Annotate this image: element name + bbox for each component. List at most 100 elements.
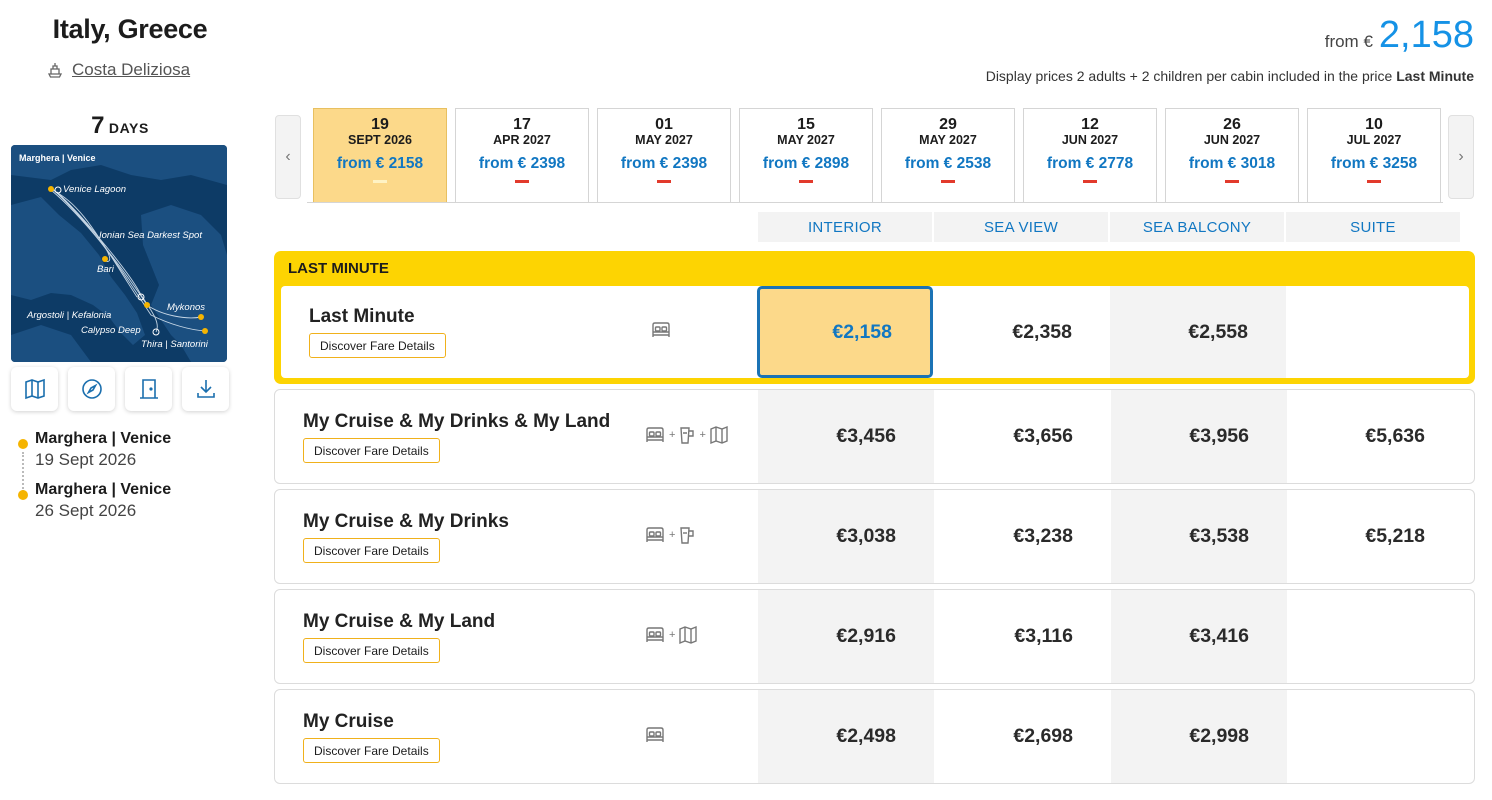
drinks-icon — [680, 527, 695, 544]
dates-prev-button[interactable]: ‹ — [275, 115, 301, 199]
date-option[interactable]: 19 SEPT 2026 from € 2158 — [313, 108, 447, 202]
price-suite[interactable] — [1286, 286, 1462, 378]
download-button[interactable] — [182, 367, 229, 411]
date-indicator — [1225, 180, 1239, 183]
price-suite[interactable]: €5,636 — [1287, 390, 1463, 483]
date-option[interactable]: 10 JUL 2027 from € 3258 — [1307, 108, 1441, 202]
chevron-right-icon: › — [1458, 148, 1464, 165]
date-option[interactable]: 29 MAY 2027 from € 2538 — [881, 108, 1015, 202]
map-icon — [679, 625, 698, 645]
last-minute-tag: LAST MINUTE — [288, 260, 389, 277]
door-button[interactable] — [125, 367, 172, 411]
date-price: from € 3258 — [1330, 155, 1418, 172]
compass-icon — [81, 379, 102, 399]
price-amount: 2,158 — [1378, 14, 1474, 56]
fare-details-button[interactable]: Discover Fare Details — [303, 638, 440, 663]
date-indicator — [373, 180, 387, 183]
map-icon — [24, 378, 45, 400]
dates-divider — [307, 202, 1443, 203]
map-view-button[interactable] — [11, 367, 58, 411]
ship-link[interactable]: Costa Deliziosa — [46, 60, 190, 80]
date-day: 26 — [1223, 116, 1241, 133]
map-actions — [11, 367, 229, 411]
date-day: 15 — [797, 116, 815, 133]
itinerary-date: 19 Sept 2026 — [35, 450, 137, 469]
plus-icon: + — [669, 529, 676, 541]
fare-icons — [644, 725, 666, 745]
fare-details-button[interactable]: Discover Fare Details — [303, 738, 440, 763]
fare-details-button[interactable]: Discover Fare Details — [303, 438, 440, 463]
door-icon — [139, 379, 158, 399]
date-day: 01 — [655, 116, 673, 133]
itinerary-port: Marghera | Venice — [35, 481, 172, 498]
date-option[interactable]: 17 APR 2027 from € 2398 — [455, 108, 589, 202]
fare-details-button[interactable]: Discover Fare Details — [303, 538, 440, 563]
date-price: from € 2898 — [762, 155, 850, 172]
price-suite[interactable] — [1287, 690, 1463, 783]
price-sea-view[interactable]: €3,116 — [935, 590, 1111, 683]
date-indicator — [657, 180, 671, 183]
price-sea-balcony[interactable]: €3,416 — [1111, 590, 1287, 683]
price-sea-view[interactable]: €3,656 — [935, 390, 1111, 483]
map-label: Calypso Deep — [81, 325, 141, 336]
fare-row-cruise-land: My Cruise & My Land Discover Fare Detail… — [274, 589, 1475, 684]
date-price: from € 2158 — [336, 155, 424, 172]
map-label: Bari — [97, 264, 114, 275]
price-sea-view[interactable]: €2,698 — [935, 690, 1111, 783]
date-option[interactable]: 26 JUN 2027 from € 3018 — [1165, 108, 1299, 202]
map-icon — [710, 425, 728, 445]
date-day: 10 — [1365, 116, 1383, 133]
price-suite[interactable] — [1287, 590, 1463, 683]
fare-details-button[interactable]: Discover Fare Details — [309, 333, 446, 358]
fare-icons — [650, 320, 672, 340]
cabin-headers: INTERIOR SEA VIEW SEA BALCONY SUITE — [758, 212, 1460, 242]
dates-next-button[interactable]: › — [1448, 115, 1474, 199]
bed-icon — [652, 322, 670, 337]
price-interior[interactable]: €2,498 — [758, 690, 934, 783]
compass-button[interactable] — [68, 367, 115, 411]
map-label: Thira | Santorini — [141, 339, 208, 350]
itinerary-date: 26 Sept 2026 — [35, 501, 137, 520]
date-price: from € 2778 — [1046, 155, 1134, 172]
ship-name: Costa Deliziosa — [72, 60, 191, 79]
destination-title: Italy, Greece — [52, 14, 208, 44]
date-day: 19 — [371, 116, 389, 133]
price-note-text: Display prices 2 adults + 2 children per… — [985, 68, 1393, 84]
date-month: MAY 2027 — [777, 133, 835, 147]
itinerary-port: Marghera | Venice — [35, 430, 172, 447]
price-sea-balcony[interactable]: €3,538 — [1111, 490, 1287, 583]
price-sea-balcony[interactable]: €2,558 — [1110, 286, 1286, 378]
duration-number: 7 — [91, 112, 105, 139]
date-option[interactable]: 01 MAY 2027 from € 2398 — [597, 108, 731, 202]
bed-icon — [646, 527, 664, 542]
price-sea-balcony[interactable]: €2,998 — [1111, 690, 1287, 783]
price-interior[interactable]: €2,158 — [757, 286, 933, 378]
cruise-summary-panel: Italy, Greece Costa Deliziosa 7 DAYS Mar… — [0, 0, 260, 800]
date-month: APR 2027 — [493, 133, 551, 147]
date-option[interactable]: 12 JUN 2027 from € 2778 — [1023, 108, 1157, 202]
price-interior[interactable]: €3,456 — [758, 390, 934, 483]
price-interior[interactable]: €2,916 — [758, 590, 934, 683]
download-icon — [196, 380, 215, 398]
chevron-left-icon: ‹ — [285, 148, 291, 165]
date-day: 17 — [513, 116, 531, 133]
itinerary-stop: Marghera | Venice 19 Sept 2026 — [18, 430, 172, 492]
ship-icon — [47, 63, 63, 78]
bed-icon — [646, 627, 664, 642]
date-price: from € 2538 — [904, 155, 992, 172]
starting-price: from € 2,158 — [1325, 14, 1474, 57]
fare-name: Last Minute — [309, 306, 415, 327]
bed-icon — [646, 727, 664, 742]
price-sea-balcony[interactable]: €3,956 — [1111, 390, 1287, 483]
fare-name: My Cruise & My Drinks & My Land — [303, 411, 611, 432]
price-suite[interactable]: €5,218 — [1287, 490, 1463, 583]
map-label: Mykonos — [167, 302, 206, 313]
price-sea-view[interactable]: €2,358 — [934, 286, 1110, 378]
fare-name: My Cruise & My Drinks — [303, 511, 509, 532]
price-interior[interactable]: €3,038 — [758, 490, 934, 583]
price-sea-view[interactable]: €3,238 — [935, 490, 1111, 583]
route-map[interactable]: Marghera | Venice Venice Lagoon Ionian S… — [11, 145, 227, 362]
plus-icon: + — [669, 429, 676, 441]
date-indicator — [1083, 180, 1097, 183]
date-option[interactable]: 15 MAY 2027 from € 2898 — [739, 108, 873, 202]
